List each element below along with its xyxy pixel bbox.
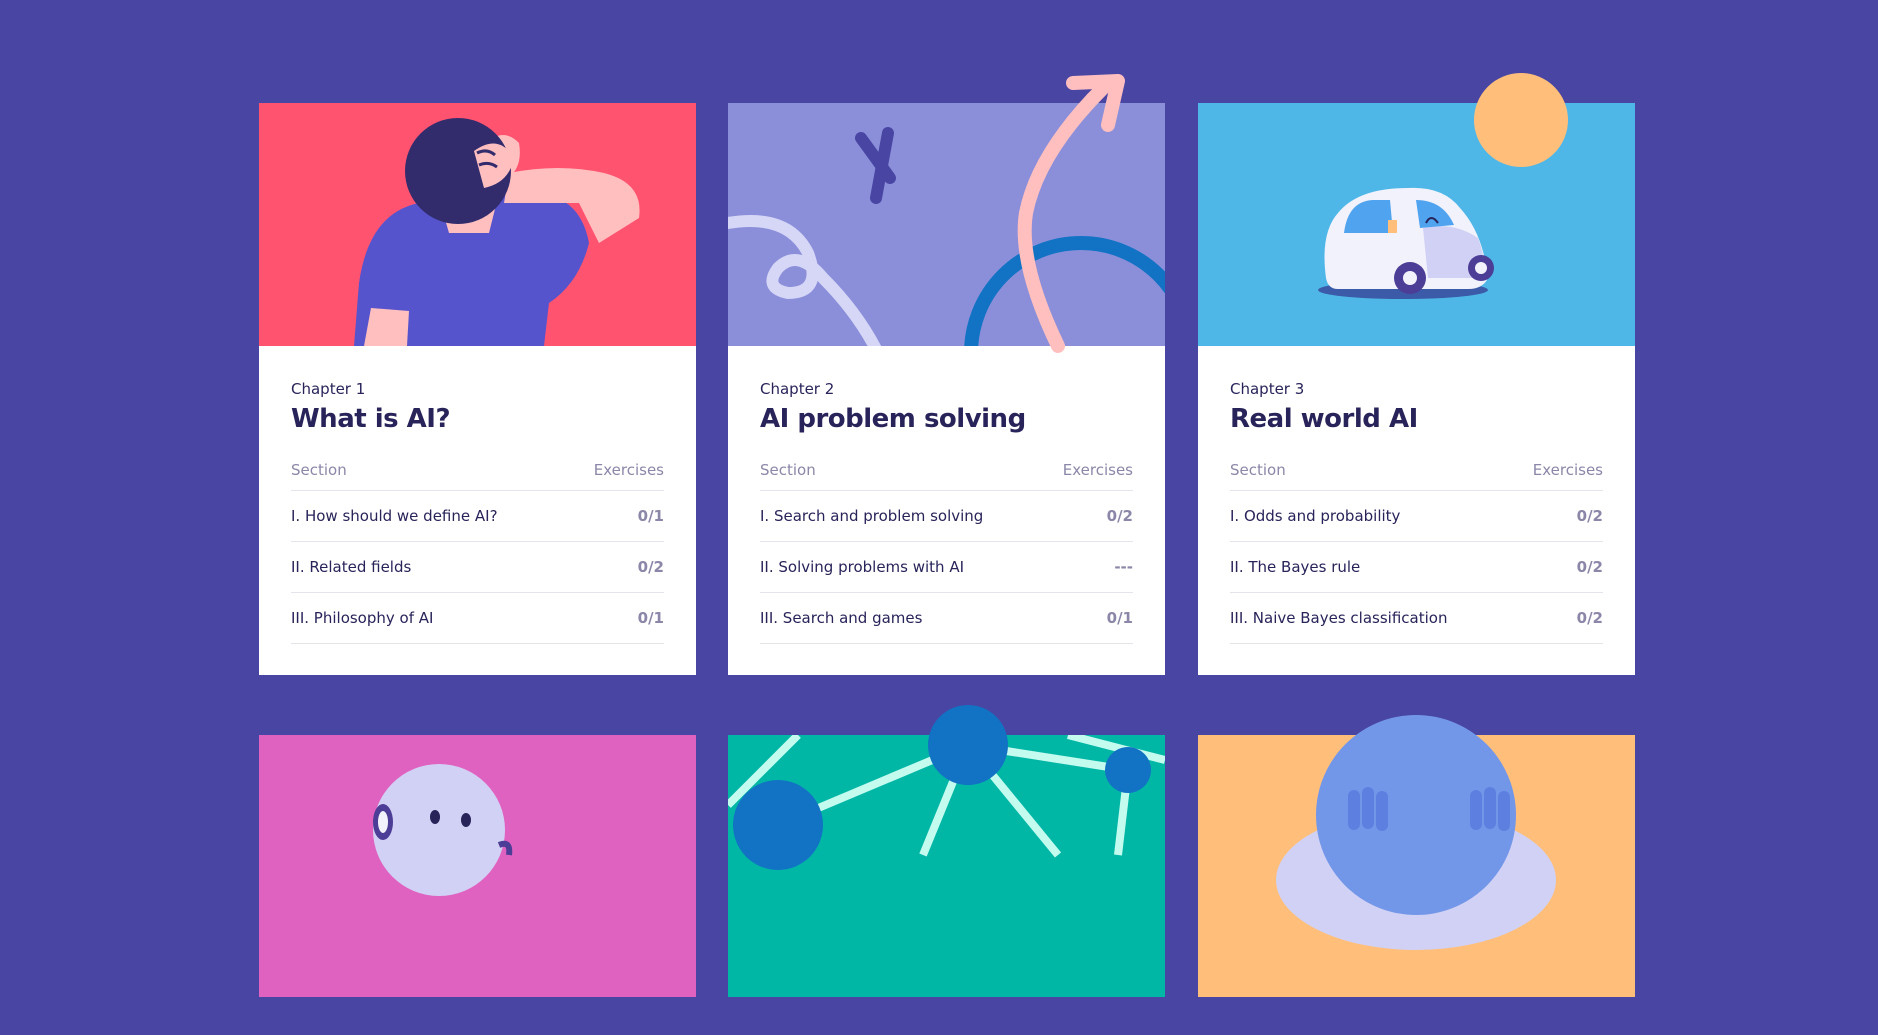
section-link[interactable]: I. Odds and probability [1230,507,1400,525]
section-link[interactable]: III. Philosophy of AI [291,609,433,627]
exercise-score: 0/1 [637,507,664,525]
chapter-card-4[interactable] [259,735,696,1035]
section-link[interactable]: II. Solving problems with AI [760,558,964,576]
table-header: Section Exercises [291,461,664,491]
exercise-score: 0/2 [637,558,664,576]
exercise-score: 0/2 [1576,609,1603,627]
section-row[interactable]: II. The Bayes rule 0/2 [1230,542,1603,593]
chapter-3-illustration [1198,73,1635,346]
chapter-3-body: Chapter 3 Real world AI Section Exercise… [1198,346,1635,675]
chapter-title[interactable]: What is AI? [291,404,664,434]
chapter-card-5[interactable] [728,705,1165,1035]
table-header: Section Exercises [1230,461,1603,491]
section-link[interactable]: III. Naive Bayes classification [1230,609,1447,627]
chapter-label: Chapter 2 [760,380,835,398]
section-link[interactable]: III. Search and games [760,609,922,627]
section-link[interactable]: II. Related fields [291,558,411,576]
exercises-column-header: Exercises [1062,461,1133,479]
chapter-2-body: Chapter 2 AI problem solving Section Exe… [728,346,1165,675]
section-row[interactable]: I. Search and problem solving 0/2 [760,491,1133,542]
exercises-column-header: Exercises [593,461,664,479]
chapter-1-body: Chapter 1 What is AI? Section Exercises … [259,346,696,675]
network-illustration [728,705,1165,997]
chapter-card-3[interactable]: Chapter 3 Real world AI Section Exercise… [1198,73,1635,675]
section-row[interactable]: III. Search and games 0/1 [760,593,1133,644]
exercise-score: 0/1 [1106,609,1133,627]
robot-illustration [259,735,696,997]
section-link[interactable]: I. How should we define AI? [291,507,498,525]
table-header: Section Exercises [760,461,1133,491]
thinking-person-illustration [259,103,696,346]
self-driving-car-illustration [1198,73,1635,346]
exercise-score: 0/1 [637,609,664,627]
problem-solving-illustration [728,74,1165,353]
section-column-header: Section [1230,461,1286,479]
chapter-card-1[interactable]: Chapter 1 What is AI? Section Exercises … [259,103,696,675]
exercise-score: 0/2 [1576,507,1603,525]
chapter-2-illustration [728,74,1165,353]
chapter-label: Chapter 1 [291,380,366,398]
section-link[interactable]: I. Search and problem solving [760,507,983,525]
section-link[interactable]: II. The Bayes rule [1230,558,1360,576]
chapter-title[interactable]: Real world AI [1230,404,1603,434]
section-row[interactable]: I. How should we define AI? 0/1 [291,491,664,542]
chapter-card-6[interactable] [1198,715,1635,1035]
section-row[interactable]: II. Related fields 0/2 [291,542,664,593]
section-row[interactable]: II. Solving problems with AI --- [760,542,1133,593]
section-row[interactable]: III. Naive Bayes classification 0/2 [1230,593,1603,644]
section-column-header: Section [291,461,347,479]
section-column-header: Section [760,461,816,479]
globe-hands-illustration [1198,715,1635,997]
chapter-card-2[interactable]: Chapter 2 AI problem solving Section Exe… [728,74,1165,675]
exercise-score: 0/2 [1576,558,1603,576]
exercise-score: --- [1114,558,1133,576]
chapter-1-illustration [259,103,696,346]
section-row[interactable]: III. Philosophy of AI 0/1 [291,593,664,644]
exercises-column-header: Exercises [1532,461,1603,479]
chapter-title[interactable]: AI problem solving [760,404,1133,434]
chapter-label: Chapter 3 [1230,380,1305,398]
exercise-score: 0/2 [1106,507,1133,525]
section-row[interactable]: I. Odds and probability 0/2 [1230,491,1603,542]
